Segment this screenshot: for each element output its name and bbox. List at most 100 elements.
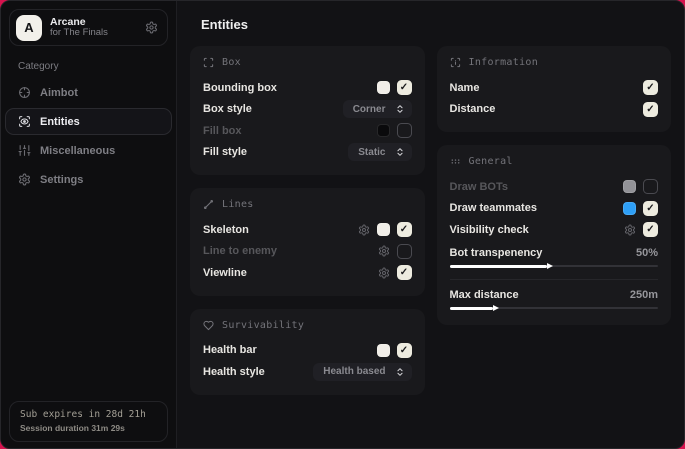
- info-scan-icon: [450, 57, 461, 68]
- skeleton-settings-gear-icon[interactable]: [358, 224, 370, 236]
- sub-expiry-text: Sub expires in 28d 21h: [20, 409, 157, 420]
- app-settings-gear-icon[interactable]: [145, 21, 158, 34]
- row-label: Bounding box: [203, 82, 277, 94]
- bounding-box-row: Bounding box ✓: [203, 77, 412, 99]
- heart-pulse-icon: [203, 320, 214, 331]
- line-to-enemy-row: Line to enemy: [203, 241, 412, 263]
- box-section-header: Box: [203, 57, 412, 68]
- sidebar-item-label: Entities: [40, 116, 80, 128]
- bounding-box-color-swatch[interactable]: [377, 81, 390, 94]
- row-label: Bot transpenency: [450, 247, 543, 259]
- fill-style-select[interactable]: Static: [348, 143, 411, 161]
- sidebar-item-miscellaneous[interactable]: Miscellaneous: [5, 137, 172, 164]
- sidebar-item-settings[interactable]: Settings: [5, 166, 172, 193]
- row-label: Fill box: [203, 125, 242, 137]
- skeleton-row: Skeleton ✓: [203, 219, 412, 241]
- row-label: Viewline: [203, 267, 247, 279]
- health-style-row: Health style Health based: [203, 361, 412, 383]
- app-subtitle: for The Finals: [50, 28, 108, 39]
- crosshair-icon: [18, 86, 31, 99]
- sidebar-item-entities[interactable]: Entities: [5, 108, 172, 135]
- box-style-row: Box style Corner: [203, 99, 412, 121]
- sidebar: A Arcane for The Finals Category Aimbot: [1, 1, 177, 448]
- page-title: Entities: [201, 17, 671, 32]
- sidebar-item-label: Aimbot: [40, 87, 78, 99]
- row-label: Visibility check: [450, 224, 529, 236]
- visibility-check-settings-gear-icon[interactable]: [624, 224, 636, 236]
- row-label: Line to enemy: [203, 245, 277, 257]
- box-section: Box Bounding box ✓ Box style Corner: [190, 46, 425, 175]
- sidebar-item-label: Settings: [40, 174, 83, 186]
- survivability-section-header: Survivability: [203, 320, 412, 331]
- window-surface: A Arcane for The Finals Category Aimbot: [0, 0, 685, 449]
- viewline-row: Viewline ✓: [203, 262, 412, 284]
- section-title: General: [469, 156, 513, 167]
- row-label: Distance: [450, 103, 496, 115]
- section-title: Box: [222, 57, 241, 68]
- skeleton-checkbox[interactable]: ✓: [397, 222, 412, 237]
- chevrons-up-down-icon: [395, 104, 405, 114]
- fill-style-row: Fill style Static: [203, 142, 412, 164]
- category-label: Category: [18, 61, 168, 72]
- bot-transparency-value: 50%: [636, 247, 658, 259]
- draw-bots-color-swatch[interactable]: [623, 180, 636, 193]
- draw-teammates-checkbox[interactable]: ✓: [643, 201, 658, 216]
- draw-bots-checkbox[interactable]: [643, 179, 658, 194]
- skeleton-color-swatch[interactable]: [377, 223, 390, 236]
- survivability-section: Survivability Health bar ✓ Health style …: [190, 309, 425, 395]
- draw-teammates-color-swatch[interactable]: [623, 202, 636, 215]
- session-duration-text: Session duration 31m 29s: [20, 423, 157, 433]
- max-distance-slider[interactable]: [450, 304, 659, 313]
- distance-checkbox[interactable]: ✓: [643, 102, 658, 117]
- slider-fill-thumb[interactable]: [450, 265, 548, 268]
- select-value: Static: [358, 147, 385, 158]
- health-bar-checkbox[interactable]: ✓: [397, 343, 412, 358]
- visibility-check-checkbox[interactable]: ✓: [643, 222, 658, 237]
- chevrons-up-down-icon: [395, 367, 405, 377]
- lines-section: Lines Skeleton ✓ Line to enemy: [190, 188, 425, 296]
- visibility-check-row: Visibility check ✓: [450, 219, 659, 241]
- health-style-select[interactable]: Health based: [313, 363, 411, 381]
- box-style-select[interactable]: Corner: [343, 100, 412, 118]
- line-to-enemy-checkbox[interactable]: [397, 244, 412, 259]
- row-label: Max distance: [450, 289, 519, 301]
- distance-row: Distance ✓: [450, 99, 659, 121]
- bounding-box-checkbox[interactable]: ✓: [397, 80, 412, 95]
- max-distance-value: 250m: [630, 289, 658, 301]
- scan-eye-icon: [18, 115, 31, 128]
- section-title: Survivability: [222, 320, 304, 331]
- bot-transparency-row: Bot transpenency 50%: [450, 244, 659, 262]
- viewline-settings-gear-icon[interactable]: [378, 267, 390, 279]
- general-section: General Draw BOTs Draw teammates ✓: [437, 145, 672, 325]
- health-bar-color-swatch[interactable]: [377, 344, 390, 357]
- line-to-enemy-settings-gear-icon[interactable]: [378, 245, 390, 257]
- slider-fill-thumb[interactable]: [450, 307, 494, 310]
- sidebar-nav: Aimbot Entities Miscellaneous Settings: [9, 78, 168, 194]
- draw-bots-row: Draw BOTs: [450, 176, 659, 198]
- section-title: Lines: [222, 199, 254, 210]
- app-header: A Arcane for The Finals: [9, 9, 168, 46]
- row-label: Health bar: [203, 344, 257, 356]
- main-panel: Entities Box Bounding box: [177, 1, 684, 448]
- divider: [450, 279, 659, 280]
- fill-box-checkbox[interactable]: [397, 123, 412, 138]
- max-distance-row: Max distance 250m: [450, 286, 659, 304]
- row-label: Skeleton: [203, 224, 249, 236]
- name-row: Name ✓: [450, 77, 659, 99]
- viewline-checkbox[interactable]: ✓: [397, 265, 412, 280]
- name-checkbox[interactable]: ✓: [643, 80, 658, 95]
- row-label: Draw BOTs: [450, 181, 508, 193]
- general-section-header: General: [450, 156, 659, 167]
- grid-dots-icon: [450, 156, 461, 167]
- sidebar-item-aimbot[interactable]: Aimbot: [5, 79, 172, 106]
- chevrons-up-down-icon: [395, 147, 405, 157]
- row-label: Box style: [203, 103, 252, 115]
- fill-box-row: Fill box: [203, 120, 412, 142]
- bot-transparency-slider[interactable]: [450, 262, 659, 271]
- fill-box-color-swatch[interactable]: [377, 124, 390, 137]
- row-label: Health style: [203, 366, 265, 378]
- row-label: Fill style: [203, 146, 247, 158]
- row-label: Name: [450, 82, 480, 94]
- information-section: Information Name ✓ Distance ✓: [437, 46, 672, 132]
- gear-icon: [18, 173, 31, 186]
